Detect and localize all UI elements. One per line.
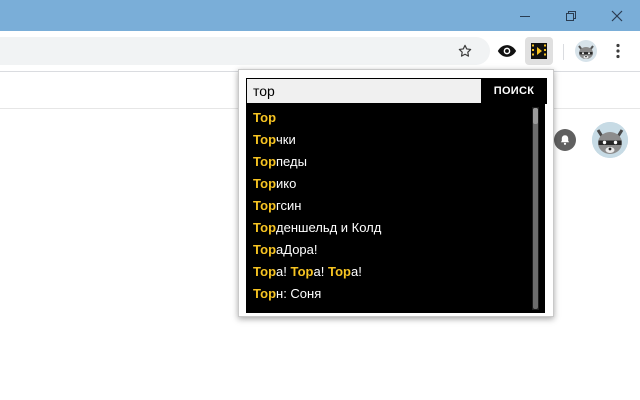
suggestion-rest: а! bbox=[350, 264, 362, 279]
toolbar-divider bbox=[563, 44, 564, 60]
suggestion-item[interactable]: Торденшельд и Колд bbox=[253, 217, 381, 239]
close-icon bbox=[611, 10, 623, 21]
notifications-button[interactable] bbox=[554, 129, 576, 151]
match-highlight: Тор bbox=[253, 154, 277, 169]
search-button[interactable]: ПОИСК bbox=[482, 79, 546, 103]
eye-extension-button[interactable] bbox=[493, 37, 521, 65]
search-input[interactable] bbox=[247, 79, 481, 103]
suggestion-item[interactable]: Торпеды bbox=[253, 151, 307, 173]
suggestion-item[interactable]: ТораДора! bbox=[253, 239, 318, 261]
suggestion-rest: ико bbox=[276, 176, 297, 191]
suggestion-item[interactable]: Тора! Тора! Тора! bbox=[253, 261, 362, 283]
raccoon-avatar bbox=[592, 122, 628, 158]
browser-menu-button[interactable] bbox=[604, 37, 632, 65]
minimize-icon bbox=[520, 15, 530, 17]
match-highlight: Тор bbox=[253, 176, 277, 191]
eye-icon bbox=[497, 45, 517, 57]
window-titlebar bbox=[0, 0, 640, 31]
match-highlight: Тор bbox=[290, 264, 314, 279]
film-extension-button[interactable] bbox=[525, 37, 553, 65]
suggestion-rest: гсин bbox=[276, 198, 302, 213]
bell-icon bbox=[560, 135, 570, 145]
star-icon bbox=[458, 44, 472, 57]
match-highlight: Тор bbox=[253, 132, 277, 147]
match-highlight: Тор bbox=[253, 110, 277, 125]
close-window-button[interactable] bbox=[594, 0, 640, 31]
restore-button[interactable] bbox=[548, 0, 594, 31]
match-highlight: Тор bbox=[253, 220, 277, 235]
match-highlight: Тор bbox=[253, 242, 277, 257]
match-highlight: Тор bbox=[253, 264, 277, 279]
more-vert-icon bbox=[616, 43, 620, 59]
minimize-button[interactable] bbox=[502, 0, 548, 31]
film-icon bbox=[531, 43, 547, 59]
suggestion-item[interactable]: Торчки bbox=[253, 129, 296, 151]
match-highlight: Тор bbox=[253, 198, 277, 213]
suggestion-item[interactable]: Торн: Соня bbox=[253, 283, 321, 305]
suggestion-rest: аДора! bbox=[276, 242, 318, 257]
search-form: ПОИСК bbox=[246, 78, 547, 104]
suggestion-rest: н: Соня bbox=[276, 286, 322, 301]
bookmark-star-button[interactable] bbox=[451, 37, 479, 65]
address-bar[interactable] bbox=[0, 37, 490, 65]
scrollbar-thumb-grip bbox=[533, 108, 538, 124]
scrollbar-thumb[interactable] bbox=[533, 108, 538, 309]
match-highlight: Тор bbox=[327, 264, 351, 279]
suggestion-rest: а! bbox=[276, 264, 291, 279]
match-highlight: Тор bbox=[253, 286, 277, 301]
suggestion-rest: деншельд и Колд bbox=[276, 220, 382, 235]
suggestion-item[interactable]: Торгсин bbox=[253, 195, 301, 217]
suggestion-rest: педы bbox=[276, 154, 307, 169]
suggestion-rest: а! bbox=[313, 264, 328, 279]
restore-icon bbox=[566, 10, 576, 21]
raccoon-avatar bbox=[575, 40, 597, 62]
suggestion-rest: чки bbox=[276, 132, 296, 147]
browser-toolbar bbox=[0, 31, 640, 72]
suggestion-item[interactable]: Торико bbox=[253, 173, 296, 195]
profile-button[interactable] bbox=[572, 37, 600, 65]
extension-popup: ПОИСК Тор Торчки Торпеды Торико Торгсин … bbox=[238, 69, 554, 317]
suggestion-item[interactable]: Тор bbox=[253, 107, 276, 129]
user-avatar[interactable] bbox=[592, 122, 628, 158]
suggestions-list: Тор Торчки Торпеды Торико Торгсин Торден… bbox=[246, 103, 545, 313]
